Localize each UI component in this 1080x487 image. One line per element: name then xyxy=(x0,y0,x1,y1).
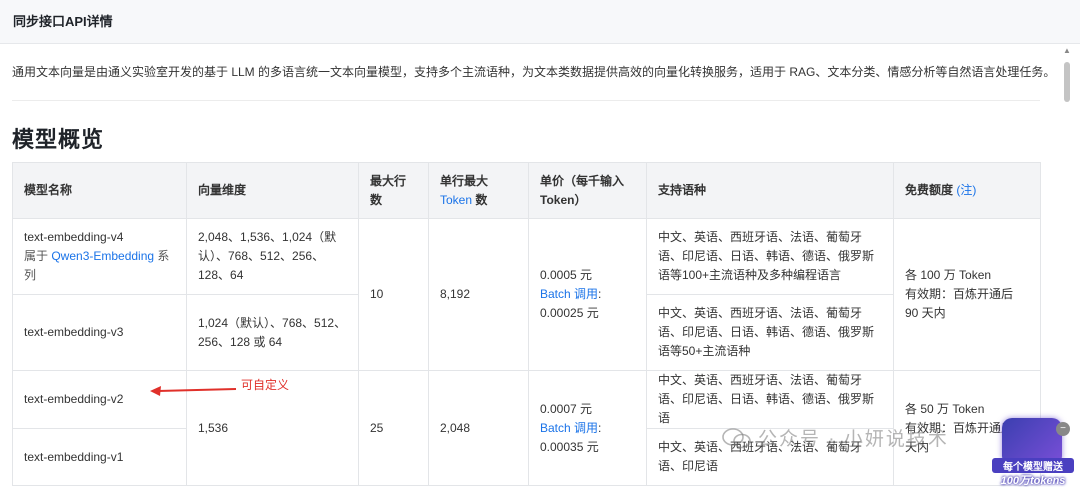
model-cell: text-embedding-v4 属于 Qwen3-Embedding 系列 xyxy=(12,218,187,295)
page-title: 同步接口API详情 xyxy=(13,14,113,29)
batch-link[interactable]: Batch 调用 xyxy=(540,287,598,301)
watermark-text: 公众号 · 小妍说技术 xyxy=(758,429,949,450)
quota-cell: 各 100 万 Token 有效期：百炼开通后 90 天内 xyxy=(893,218,1041,371)
model-series: 属于 Qwen3-Embedding 系列 xyxy=(24,247,175,285)
model-cell: text-embedding-v2 xyxy=(12,370,187,429)
max-tokens-cell: 2,048 xyxy=(428,370,529,486)
annotation-label: 可自定义 xyxy=(241,378,290,392)
col-header-model: 模型名称 xyxy=(12,162,187,219)
intro-paragraph: 通用文本向量是由通义实验室开发的基于 LLM 的多语言统一文本向量模型，支持多个… xyxy=(12,65,1056,79)
col-header-max-tokens: 单行最大 Token 数 xyxy=(428,162,529,219)
promo-line1: 每个模型赠送 xyxy=(992,458,1074,473)
promo-line2: 100万tokens xyxy=(1000,475,1066,487)
divider xyxy=(12,100,1040,101)
price-cell: 0.0005 元 Batch 调用: 0.00025 元 xyxy=(528,218,647,371)
batch-price: 0.00035 元 xyxy=(540,439,599,454)
model-name: text-embedding-v3 xyxy=(24,325,124,339)
token-link[interactable]: Token xyxy=(440,193,472,207)
batch-line: Batch 调用: xyxy=(540,419,635,438)
langs-cell: 中文、英语、西班牙语、法语、葡萄牙语、印尼语、日语、韩语、德语、俄罗斯语等100… xyxy=(646,218,894,295)
model-cell: text-embedding-v1 xyxy=(12,428,187,486)
quota-label: 免费额度 xyxy=(905,183,954,197)
max-rows-cell: 10 xyxy=(358,218,429,371)
max-tokens-cell: 8,192 xyxy=(428,218,529,371)
table-row: text-embedding-v4 属于 Qwen3-Embedding 系列 … xyxy=(12,218,1041,371)
dims-cell: 1,024（默认）、768、512、256、128 或 64 xyxy=(186,294,359,371)
unit-price: 0.0005 元 xyxy=(540,268,593,282)
batch-price: 0.00025 元 xyxy=(540,306,599,320)
model-name: text-embedding-v4 xyxy=(24,230,124,244)
col-header-dims: 向量维度 xyxy=(186,162,359,219)
quota-amount: 各 50 万 Token xyxy=(905,401,985,416)
close-icon[interactable]: − xyxy=(1056,422,1070,436)
annotation-arrow-icon xyxy=(150,386,237,396)
top-bar: 同步接口API详情 xyxy=(0,0,1080,44)
dims-cell: 2,048、1,536、1,024（默认）、768、512、256、128、64 xyxy=(186,218,359,295)
quota-note-link[interactable]: (注) xyxy=(956,183,976,197)
batch-link[interactable]: Batch 调用 xyxy=(540,421,598,435)
table-header-row: 模型名称 向量维度 最大行数 单行最大 Token 数 单价（每千输入 Toke… xyxy=(12,162,1041,219)
langs-cell: 中文、英语、西班牙语、法语、葡萄牙语、印尼语、日语、韩语、德语、俄罗斯语等50+… xyxy=(646,294,894,371)
col-header-langs: 支持语种 xyxy=(646,162,894,219)
scrollbar-thumb[interactable] xyxy=(1064,62,1070,102)
max-tokens-suffix: 数 xyxy=(472,192,488,207)
col-header-max-rows: 最大行数 xyxy=(358,162,429,219)
table-row: text-embedding-v2 1,536 25 2,048 0.0007 … xyxy=(12,370,1041,486)
batch-colon: : xyxy=(598,420,602,435)
section-heading: 模型概览 xyxy=(12,127,105,152)
langs-cell: 中文、英语、西班牙语、法语、葡萄牙语、印尼语、日语、韩语、德语、俄罗斯语 xyxy=(646,370,894,429)
qwen3-embedding-link[interactable]: Qwen3-Embedding xyxy=(51,249,154,263)
wechat-icon xyxy=(722,428,751,449)
col-header-quota: 免费额度 (注) xyxy=(893,162,1041,219)
max-rows-cell: 25 xyxy=(358,370,429,486)
series-prefix: 属于 xyxy=(24,249,52,263)
model-cell: text-embedding-v3 xyxy=(12,294,187,371)
quota-amount: 各 100 万 Token xyxy=(905,268,992,282)
max-tokens-label: 单行最大 xyxy=(440,173,489,188)
model-name: text-embedding-v1 xyxy=(24,449,124,464)
scroll-up-icon[interactable]: ▲ xyxy=(1063,46,1071,55)
batch-colon: : xyxy=(598,287,602,301)
col-header-price: 单价（每千输入 Token） xyxy=(528,162,647,219)
promo-badge[interactable]: − 每个模型赠送 100万tokens xyxy=(992,418,1074,487)
quota-validity: 有效期：百炼开通后 90 天内 xyxy=(905,287,1014,320)
unit-price: 0.0007 元 xyxy=(540,401,593,416)
batch-line: Batch 调用: xyxy=(540,285,635,304)
price-cell: 0.0007 元 Batch 调用: 0.00035 元 xyxy=(528,370,647,486)
